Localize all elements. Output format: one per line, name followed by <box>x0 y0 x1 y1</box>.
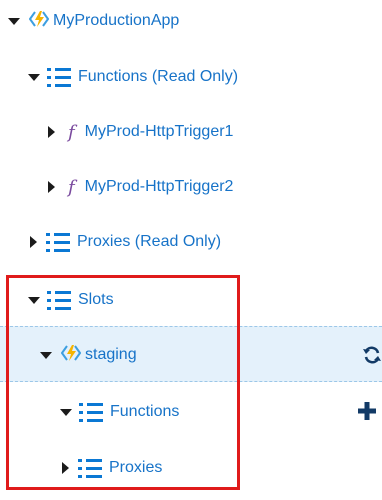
add-button[interactable] <box>356 400 378 422</box>
expand-chevron-icon[interactable] <box>40 351 52 359</box>
expand-chevron-icon[interactable] <box>8 17 20 25</box>
function-f-icon: f <box>68 176 75 198</box>
plus-icon <box>358 402 376 420</box>
list-icon <box>47 67 71 88</box>
function-app-bolt-icon <box>60 343 82 368</box>
tree-node-http-trigger-2[interactable]: f MyProd-HttpTrigger2 <box>48 172 233 202</box>
tree-node-http-trigger-1[interactable]: f MyProd-HttpTrigger1 <box>48 117 233 147</box>
tree-node-functions[interactable]: Functions (Read Only) <box>28 62 238 92</box>
tree-node-label: Proxies <box>109 459 163 476</box>
tree-node-function-app[interactable]: MyProductionApp <box>8 6 179 36</box>
tree-node-label: MyProd-HttpTrigger1 <box>84 123 234 140</box>
function-f-icon: f <box>68 121 75 143</box>
tree-node-label: Slots <box>78 291 114 308</box>
collapse-chevron-icon[interactable] <box>62 462 69 474</box>
function-app-bolt-icon <box>28 9 50 34</box>
refresh-icon <box>363 346 381 364</box>
tree-node-label: MyProd-HttpTrigger2 <box>84 178 234 195</box>
tree-node-slots[interactable]: Slots <box>28 285 114 315</box>
collapse-chevron-icon[interactable] <box>48 181 55 193</box>
tree-node-label: Proxies (Read Only) <box>77 233 222 250</box>
list-icon <box>47 290 71 311</box>
expand-chevron-icon[interactable] <box>28 73 40 81</box>
list-icon <box>79 402 103 423</box>
tree-node-label: Functions (Read Only) <box>78 68 239 85</box>
tree-node-label: staging <box>85 346 137 363</box>
tree-node-label: Functions <box>110 403 180 420</box>
collapse-chevron-icon[interactable] <box>30 236 37 248</box>
tree-node-slot-proxies[interactable]: Proxies <box>62 453 162 483</box>
tree-node-slot-functions[interactable]: Functions <box>60 397 179 427</box>
tree-node-staging-slot[interactable]: staging <box>40 340 137 370</box>
refresh-button[interactable] <box>362 344 382 366</box>
tree-node-label: MyProductionApp <box>53 12 180 29</box>
list-icon <box>46 232 70 253</box>
expand-chevron-icon[interactable] <box>60 408 72 416</box>
collapse-chevron-icon[interactable] <box>48 126 55 138</box>
list-icon <box>78 458 102 479</box>
expand-chevron-icon[interactable] <box>28 296 40 304</box>
tree-node-proxies[interactable]: Proxies (Read Only) <box>30 227 221 257</box>
